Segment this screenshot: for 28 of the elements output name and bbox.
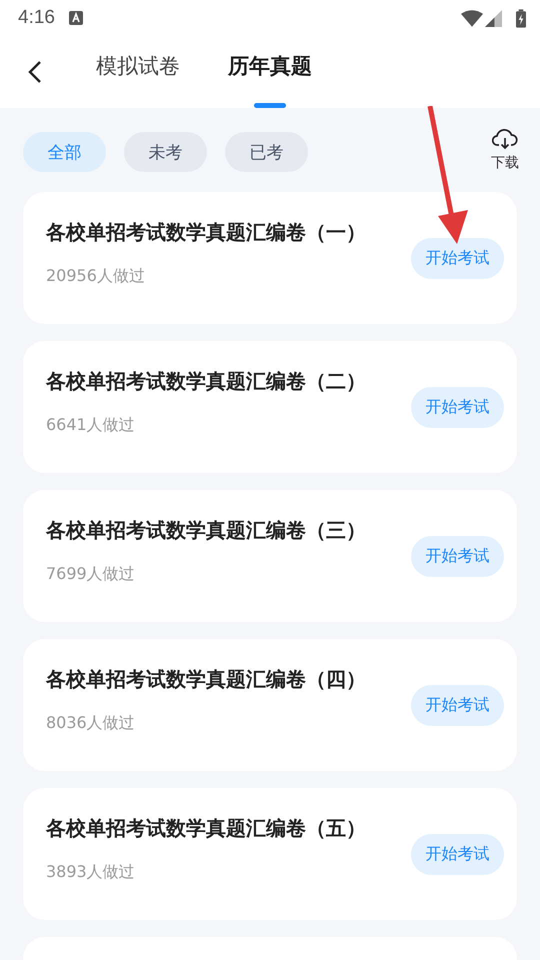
paper-card[interactable]: 各校单招考试数学真题汇编卷（二） 6641人做过 开始考试 (23, 341, 517, 473)
paper-title: 各校单招考试数学真题汇编卷（三） (46, 517, 366, 544)
taken-count: 3893人做过 (46, 862, 136, 883)
paper-title: 各校单招考试数学真题汇编卷（五） (46, 815, 366, 842)
signal-icon (485, 10, 502, 26)
paper-card[interactable]: 各校单招考试数学真题汇编卷（五） 3893人做过 开始考试 (23, 788, 517, 920)
taken-count: 8036人做过 (46, 713, 136, 734)
paper-card[interactable]: 各校单招考试数学真题汇编卷（三） 7699人做过 开始考试 (23, 490, 517, 622)
taken-count: 20956人做过 (46, 266, 146, 287)
filter-chip[interactable]: 未考 (124, 132, 207, 172)
back-icon[interactable] (28, 60, 42, 84)
battery-icon (516, 8, 526, 28)
taken-count: 6641人做过 (46, 415, 136, 436)
paper-title: 各校单招考试数学真题汇编卷（一） (46, 219, 366, 246)
paper-title: 各校单招考试数学真题汇编卷（二） (46, 368, 366, 395)
tab-indicator (254, 102, 286, 108)
tab[interactable]: 历年真题 (228, 50, 312, 80)
paper-card[interactable]: 各校单招考试数学真题汇编卷（一） 20956人做过 开始考试 (23, 192, 517, 324)
keyboard-icon (68, 11, 83, 25)
wifi-icon (461, 10, 483, 26)
taken-count: 7699人做过 (46, 564, 136, 585)
paper-title: 各校单招考试数学真题汇编卷（四） (46, 666, 366, 693)
status-time: 4:16 (18, 7, 55, 29)
cloud-download-icon (492, 128, 518, 150)
tab[interactable]: 模拟试卷 (96, 50, 180, 80)
paper-card[interactable]: 各校单招考试数学真题汇编卷（四） 8036人做过 开始考试 (23, 639, 517, 771)
filter-chip[interactable]: 已考 (225, 132, 308, 172)
download-button[interactable]: 下载 (491, 128, 519, 172)
